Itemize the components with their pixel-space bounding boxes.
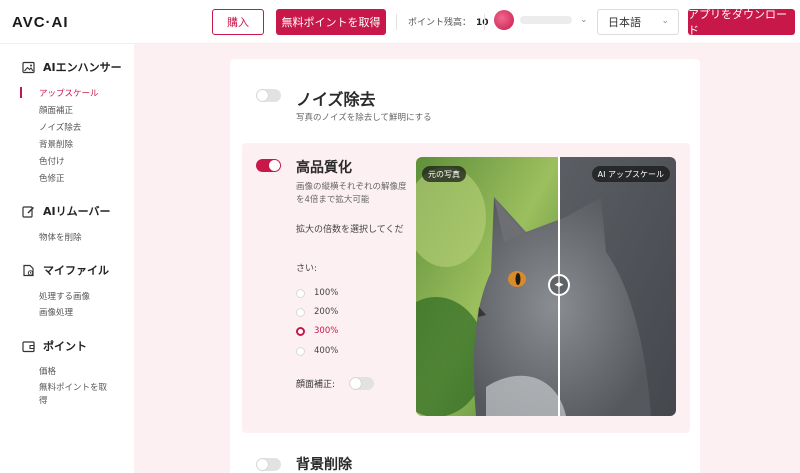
face-correction-toggle[interactable] xyxy=(349,377,374,390)
points-value: 10 xyxy=(476,18,489,28)
sidebar-section-ai-enhancer[interactable]: AIエンハンサー xyxy=(22,59,122,75)
noise-removal-title: ノイズ除去 xyxy=(296,90,376,109)
scale-select-label: 拡大の倍数を選択してくだ xyxy=(296,225,404,235)
radio-icon[interactable] xyxy=(296,307,305,317)
scale-option-label: 300% xyxy=(314,326,339,336)
chevron-down-icon[interactable]: ⌄ xyxy=(580,15,588,25)
scale-select-label-cont: さい: xyxy=(296,264,318,274)
cat-photo xyxy=(416,157,676,416)
sidebar-item-images-to-process[interactable]: 処理する画像 xyxy=(39,290,90,302)
sidebar-item-noise-removal[interactable]: ノイズ除去 xyxy=(39,121,81,133)
sidebar-item-processed-images[interactable]: 画像処理 xyxy=(39,306,73,318)
sidebar-item-face-correction[interactable]: 顔面補正 xyxy=(39,104,73,116)
sidebar-section-title: ポイント xyxy=(43,340,87,353)
radio-icon[interactable] xyxy=(296,288,305,298)
sidebar-item-upscale[interactable]: アップスケール xyxy=(39,87,99,99)
sidebar-item-colorize[interactable]: 色付け xyxy=(39,155,65,167)
sidebar-section-my-files[interactable]: マイファイル xyxy=(22,262,109,278)
language-value: 日本語 xyxy=(608,16,641,29)
edit-icon xyxy=(22,205,35,218)
high-quality-desc: 画像の縦横それぞれの解像度を4倍まで拡大可能 xyxy=(296,182,407,205)
scale-option-label: 200% xyxy=(314,307,339,317)
sidebar-item-free-points[interactable]: 無料ポイントを取 xyxy=(39,381,107,393)
radio-icon[interactable] xyxy=(296,326,305,336)
sidebar-item-remove-object[interactable]: 物体を削除 xyxy=(39,231,82,243)
background-removal-title: 背景削除 xyxy=(296,457,352,473)
sidebar-item-background-removal[interactable]: 背景削除 xyxy=(39,138,73,150)
wallet-icon xyxy=(22,340,35,353)
top-header: AVC·AI 購入 無料ポイントを取得 ポイント残高： 10 ⌄ 日本語 ⌄ アプ… xyxy=(0,0,800,44)
drag-handle-icon[interactable]: ◂▸ xyxy=(548,274,570,296)
chevron-down-icon: ⌄ xyxy=(661,16,669,26)
background-removal-toggle[interactable] xyxy=(256,458,281,471)
download-app-button[interactable]: アプリをダウンロード xyxy=(688,8,795,37)
sidebar-item-free-points-cont[interactable]: 得 xyxy=(39,394,48,406)
get-free-points-button[interactable]: 無料ポイントを取得 xyxy=(276,9,386,35)
file-icon xyxy=(22,264,35,277)
noise-removal-desc: 写真のノイズを除去して鮮明にする xyxy=(296,113,432,123)
divider xyxy=(484,14,485,30)
scale-option-400[interactable]: 400% xyxy=(296,346,338,356)
sidebar: AIエンハンサー アップスケール 顔面補正 ノイズ除去 背景削除 色付け 色修正… xyxy=(0,44,134,473)
high-quality-title: 高品質化 xyxy=(296,160,352,176)
user-name-blurred xyxy=(520,16,572,24)
language-select[interactable]: 日本語 ⌄ xyxy=(597,9,679,35)
sidebar-section-title: AIエンハンサー xyxy=(43,61,122,74)
scale-option-300[interactable]: 300% xyxy=(296,326,338,336)
scale-option-100[interactable]: 100% xyxy=(296,288,338,298)
divider xyxy=(396,14,397,30)
face-correction-label: 顔面補正: xyxy=(296,380,336,390)
sidebar-item-pricing[interactable]: 価格 xyxy=(39,365,56,377)
radio-icon[interactable] xyxy=(296,346,305,356)
buy-button[interactable]: 購入 xyxy=(212,9,264,35)
scale-option-200[interactable]: 200% xyxy=(296,307,338,317)
high-quality-toggle[interactable] xyxy=(256,159,281,172)
active-indicator xyxy=(20,87,22,98)
user-menu[interactable]: ⌄ xyxy=(494,10,588,30)
noise-removal-toggle[interactable] xyxy=(256,89,281,102)
points-label: ポイント残高： xyxy=(408,18,472,28)
scale-option-label: 400% xyxy=(314,346,339,356)
ai-upscale-tag: AI アップスケール xyxy=(591,166,670,182)
logo[interactable]: AVC·AI xyxy=(12,14,69,31)
original-photo-tag: 元の写真 xyxy=(422,166,466,182)
scale-option-label: 100% xyxy=(314,288,339,298)
sidebar-section-title: マイファイル xyxy=(43,264,109,277)
points-balance: ポイント残高： 10 xyxy=(408,15,489,28)
sidebar-item-color-correction[interactable]: 色修正 xyxy=(39,172,65,184)
sidebar-section-points[interactable]: ポイント xyxy=(22,338,87,354)
sidebar-section-title: AIリムーバー xyxy=(43,205,111,218)
before-after-comparison[interactable]: 元の写真 AI アップスケール ◂▸ xyxy=(416,157,676,416)
avatar[interactable] xyxy=(494,10,514,30)
image-icon xyxy=(22,61,35,74)
sidebar-section-ai-remover[interactable]: AIリムーバー xyxy=(22,203,111,219)
